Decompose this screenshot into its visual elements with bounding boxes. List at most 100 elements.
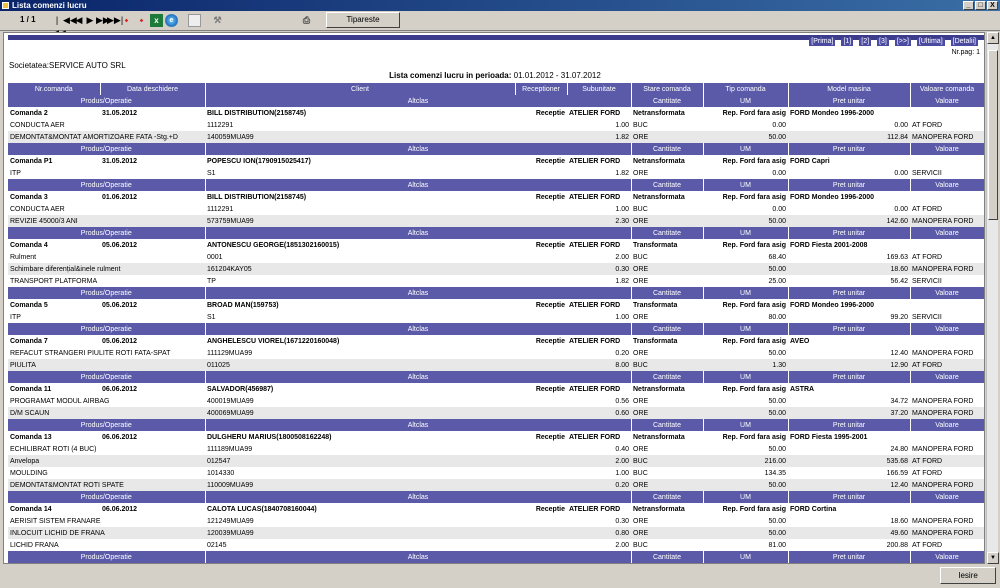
line-altclas: 1112291 — [205, 119, 567, 131]
order-row[interactable]: Comanda 5 05.06.2012 BROAD MAN(159753) Rece… — [8, 299, 984, 311]
order-status: Transformata — [631, 335, 703, 347]
link-details[interactable]: [Detalii] — [950, 38, 978, 46]
order-row[interactable]: Comanda 7 05.06.2012 ANGHELESCU VIOREL(167… — [8, 335, 984, 347]
column-header: UM — [703, 179, 789, 191]
order-line-row[interactable]: LICHID FRANA 02145 2.00 BUC 81.00 200.88 AT FO… — [8, 539, 984, 551]
order-line-row[interactable]: REFACUT STRANGERI PIULITE ROTI FATA-SPAT… — [8, 347, 984, 359]
link-page-2[interactable]: [2] — [859, 38, 872, 46]
line-gestiune: AT FORD — [910, 119, 984, 131]
vertical-scrollbar[interactable]: ▲ ▼ — [986, 32, 999, 564]
order-row[interactable]: Comanda 2 31.05.2012 BILL DISTRIBUTION(215… — [8, 107, 984, 119]
order-value — [910, 335, 984, 347]
order-receptioner: Receptie — [515, 299, 567, 311]
settings-tool-icon[interactable]: ⚒ — [211, 14, 224, 27]
order-line-row[interactable]: Anvelopa 012547 2.00 BUC 216.00 535.68 AT FORD — [8, 455, 984, 467]
order-row[interactable]: Comanda 14 06.06.2012 CALOTA LUCAS(1840708… — [8, 503, 984, 515]
next-page-icon[interactable]: ▶ — [85, 14, 95, 27]
order-line-row[interactable]: PIULITA 011025 8.00 BUC 1.30 12.90 AT FORD — [8, 359, 984, 371]
column-header: Cantitate — [631, 419, 704, 431]
prev-fast-icon[interactable]: ◀◀ — [63, 14, 77, 27]
column-header: Tip comanda — [703, 83, 789, 95]
order-type: Rep. Ford fara asig — [703, 107, 788, 119]
close-button[interactable]: X — [987, 1, 998, 10]
order-line-row[interactable]: PROGRAMAT MODUL AIRBAG 400019MUA99 0.56 ORE… — [8, 395, 984, 407]
order-line-row[interactable]: MOULDING 1014330 1.00 BUC 134.35 166.59 AT FOR… — [8, 467, 984, 479]
order-line-row[interactable]: AERISIT SISTEM FRANARE 121249MUA99 0.30 ORE… — [8, 515, 984, 527]
link-next[interactable]: [>>] — [894, 38, 911, 46]
scroll-thumb[interactable] — [988, 50, 998, 220]
order-subunit: ATELIER FORD — [567, 155, 631, 167]
column-header: Altclas — [205, 179, 632, 191]
order-line-row[interactable]: CONDUCTA AER 1112291 1.00 BUC 0.00 0.00 AT FOR… — [8, 203, 984, 215]
email-icon[interactable] — [188, 14, 201, 27]
line-value: 12.40 — [788, 479, 910, 491]
line-um: ORE — [631, 263, 703, 275]
line-gestiune: AT FORD — [910, 203, 984, 215]
column-header: Cantitate — [631, 95, 704, 107]
column-header: Cantitate — [631, 491, 704, 503]
print-button[interactable]: Tipareste — [326, 12, 400, 28]
footer: Iesire — [0, 565, 1000, 588]
order-line-row[interactable]: ECHILIBRAT ROTI (4 BUC) 111189MUA99 0.40 OR… — [8, 443, 984, 455]
link-page-3[interactable]: [3] — [877, 38, 889, 46]
line-altclas: S1 — [205, 311, 567, 323]
line-quantity: 0.30 — [567, 263, 631, 275]
line-unit-price: 50.00 — [703, 443, 788, 455]
last-page-icon[interactable]: ▶▶| — [107, 14, 123, 27]
printer-icon[interactable]: ⎙ — [300, 14, 313, 27]
order-number: Comanda 5 — [8, 299, 100, 311]
order-line-row[interactable]: DEMONTAT&MONTAT ROTI SPATE 110009MUA99 0.2… — [8, 479, 984, 491]
column-header: Altclas — [205, 371, 632, 383]
order-status: Transformata — [631, 239, 703, 251]
page-number: Nr.pag: 1 — [951, 49, 980, 56]
link-page-1[interactable]: [1] — [841, 38, 854, 46]
pdf-export-alt-icon[interactable]: ⬩ — [135, 14, 148, 27]
order-line-row[interactable]: TRANSPORT PLATFORMA TP 1.82 ORE 25.00 56.42 SE… — [8, 275, 984, 287]
column-header: Altclas — [205, 323, 632, 335]
link-last[interactable]: [Ultima] — [916, 38, 945, 46]
line-gestiune: MANOPERA FORD — [910, 215, 984, 227]
order-line-row[interactable]: CONDUCTA AER 1112291 1.00 BUC 0.00 0.00 AT FOR… — [8, 119, 984, 131]
order-receptioner: Receptie — [515, 239, 567, 251]
subheader-row: Produs/Operatie Altclas Cantitate UM Pret un… — [8, 143, 984, 155]
app-icon — [2, 2, 9, 9]
excel-export-icon[interactable]: x — [150, 14, 163, 27]
maximize-button[interactable]: □ — [975, 1, 986, 10]
column-header: Valoare — [910, 323, 984, 335]
scroll-up-icon[interactable]: ▲ — [987, 32, 999, 44]
orders-table: Nr.comanda Data deschidere Client Reception… — [8, 83, 984, 564]
first-page-icon[interactable]: |◀◀ — [52, 14, 66, 38]
order-type: Rep. Ford fara asig — [703, 335, 788, 347]
order-line-row[interactable]: D/M SCAUN 400069MUA99 0.60 ORE 50.00 37.20 MAN… — [8, 407, 984, 419]
order-line-row[interactable]: Rulment 0001 2.00 BUC 68.40 169.63 AT FORD — [8, 251, 984, 263]
prev-page-icon[interactable]: ◀ — [74, 14, 84, 27]
order-line-row[interactable]: Schimbare diferențial&inele rulment 16120… — [8, 263, 984, 275]
order-row[interactable]: Comanda 1506.06.2012AC COMPUTER SRL(8213… — [8, 563, 984, 564]
order-row[interactable]: Comanda 4 05.06.2012 ANTONESCU GEORGE(1851… — [8, 239, 984, 251]
line-um: ORE — [631, 275, 703, 287]
line-product: PROGRAMAT MODUL AIRBAG — [8, 395, 205, 407]
scroll-down-icon[interactable]: ▼ — [987, 552, 999, 564]
exit-button[interactable]: Iesire — [940, 567, 996, 584]
order-line-row[interactable]: ITP S1 1.00 ORE 80.00 99.20 SERVICII — [8, 311, 984, 323]
order-line-row[interactable]: REVIZIE 45000/3 ANI 573759MUA99 2.30 ORE 50.… — [8, 215, 984, 227]
order-line-row[interactable]: ITP S1 1.82 ORE 0.00 0.00 SERVICII — [8, 167, 984, 179]
line-um: ORE — [631, 167, 703, 179]
next-fast-icon[interactable]: ▶▶ — [96, 14, 110, 27]
minimize-button[interactable]: _ — [963, 1, 974, 10]
order-row[interactable]: Comanda 3 01.06.2012 BILL DISTRIBUTION(215… — [8, 191, 984, 203]
order-line-row[interactable]: DEMONTAT&MONTAT AMORTIZOARE FATA -Stg.+D… — [8, 131, 984, 143]
link-first[interactable]: [Prima] — [809, 38, 836, 46]
order-row[interactable]: Comanda 13 06.06.2012 DULGHERU MARIUS(1800… — [8, 431, 984, 443]
web-export-icon[interactable]: e — [165, 14, 178, 27]
order-row[interactable]: Comanda P1 31.05.2012 POPESCU ION(17909150… — [8, 155, 984, 167]
line-altclas: 400019MUA99 — [205, 395, 567, 407]
pdf-export-icon[interactable]: ⬩ — [120, 14, 133, 27]
line-unit-price: 80.00 — [703, 311, 788, 323]
order-row[interactable]: Comanda 11 06.06.2012 SALVADOR(456987) Rece… — [8, 383, 984, 395]
column-header: Produs/Operatie — [8, 323, 206, 335]
order-number: Comanda 7 — [8, 335, 100, 347]
line-product: Rulment — [8, 251, 205, 263]
order-line-row[interactable]: INLOCUIT LICHID DE FRANA 120039MUA99 0.80 O… — [8, 527, 984, 539]
column-header: UM — [703, 491, 789, 503]
